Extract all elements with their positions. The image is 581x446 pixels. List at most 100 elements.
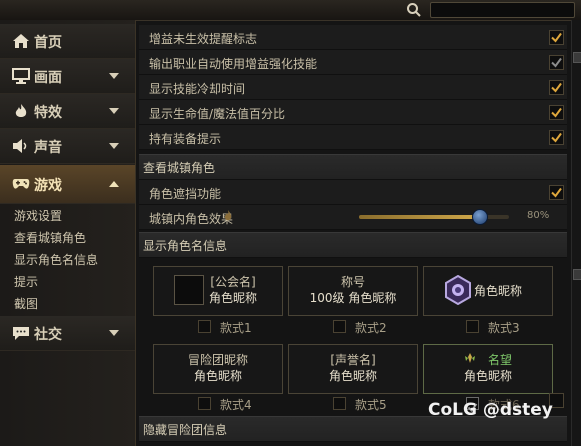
card-line-2: 角色昵称 (463, 369, 512, 383)
setting-label: 显示生命值/魔法值百分比 (149, 107, 286, 121)
setting-checkbox[interactable] (549, 80, 564, 95)
setting-checkbox[interactable] (549, 55, 564, 70)
name-style-card-4[interactable]: 冒险团昵称 角色昵称 (153, 344, 283, 394)
card-line-2: 角色昵称 (208, 291, 257, 305)
search-input[interactable] (430, 2, 575, 18)
setting-label: 城镇内角色效果 (149, 212, 234, 226)
setting-label: 输出职业自动使用增益强化技能 (149, 57, 318, 71)
setting-row-auto-buff-skill[interactable]: 输出职业自动使用增益强化技能 (139, 50, 567, 75)
slider-handle[interactable] (472, 209, 488, 225)
sidebar-subitem-tips[interactable]: 提示 (14, 273, 38, 290)
setting-row-equipment-tip[interactable]: 持有装备提示 (139, 125, 567, 150)
style-label: 款式1 (220, 321, 252, 335)
sidebar-item-label: 社交 (34, 327, 62, 343)
sidebar-item-social[interactable]: 社交 (0, 316, 135, 351)
setting-row-character-occlusion[interactable]: 角色遮挡功能 (139, 180, 567, 205)
emblem-icon (445, 275, 471, 305)
setting-checkbox[interactable] (549, 105, 564, 120)
chevron-up-icon[interactable] (108, 178, 120, 190)
checkmark-icon (551, 187, 562, 198)
chevron-down-icon[interactable] (108, 105, 120, 117)
checkmark-icon (551, 107, 562, 118)
style-label: 款式4 (220, 398, 252, 412)
sidebar-item-label: 首页 (34, 35, 62, 51)
town-effect-slider[interactable] (359, 209, 509, 225)
sidebar-item-sound[interactable]: 声音 (0, 129, 135, 164)
card-line-2: 角色昵称 (328, 369, 377, 383)
sidebar-item-label: 声音 (34, 140, 62, 156)
name-style-card-1[interactable]: [公会名] 角色昵称 (153, 266, 283, 316)
card-line-1: 称号 (340, 275, 365, 289)
sidebar-item-display[interactable]: 画面 (0, 59, 135, 94)
card-line-1: 冒险团昵称 (187, 353, 248, 367)
settings-panel: 增益未生效提醒标志 输出职业自动使用增益强化技能 显示技能冷却时间 显示生命值/… (135, 20, 571, 446)
style-label: 款式5 (355, 398, 387, 412)
section-title: 显示角色名信息 (143, 239, 228, 253)
section-header-name-info: 显示角色名信息 (139, 232, 567, 258)
style-checkbox[interactable] (198, 320, 211, 333)
speaker-icon (13, 139, 27, 153)
chevron-down-icon[interactable] (108, 327, 120, 339)
checkmark-icon (551, 82, 562, 93)
checkmark-icon (551, 32, 562, 43)
monitor-icon (12, 68, 30, 84)
sidebar-item-label: 特效 (34, 105, 62, 121)
chat-icon (13, 327, 29, 340)
section-title: 隐藏冒险团信息 (143, 423, 228, 437)
sidebar-item-label: 画面 (34, 70, 62, 86)
sidebar-item-home[interactable]: 首页 (0, 24, 135, 59)
section-title: 查看城镇角色 (143, 161, 216, 175)
setting-label: 增益未生效提醒标志 (149, 32, 258, 46)
style-label: 款式3 (488, 321, 520, 335)
setting-label: 显示技能冷却时间 (149, 82, 246, 96)
setting-label: 持有装备提示 (149, 132, 222, 146)
search-icon[interactable] (406, 2, 422, 18)
slider-value: 80% (527, 210, 550, 221)
sidebar-item-label: 游戏 (34, 178, 62, 194)
card-line-2: 100级 角色昵称 (309, 291, 397, 305)
gamepad-icon (12, 179, 30, 189)
chevron-down-icon[interactable] (108, 70, 120, 82)
name-style-card-3[interactable]: 角色昵称 (423, 266, 553, 316)
setting-label: 角色遮挡功能 (149, 187, 222, 201)
name-style-card-5[interactable]: [声誉名] 角色昵称 (288, 344, 418, 394)
flame-icon (224, 210, 232, 221)
style-checkbox[interactable] (466, 320, 479, 333)
card-line-1: [声誉名] (330, 353, 376, 367)
sidebar-subitem-town-characters[interactable]: 查看城镇角色 (14, 229, 86, 246)
top-bar (0, 0, 581, 21)
section-header-town-characters: 查看城镇角色 (139, 154, 567, 180)
card-line-2: 角色昵称 (193, 369, 242, 383)
setting-checkbox[interactable] (549, 30, 564, 45)
card-line-1: 名望 (487, 353, 512, 367)
checkmark-icon (551, 132, 562, 143)
style-checkbox[interactable] (333, 397, 346, 410)
watermark: CoLG @dstey (428, 400, 553, 420)
setting-row-buff-reminder[interactable]: 增益未生效提醒标志 (139, 25, 567, 50)
home-icon (13, 34, 29, 48)
checkmark-icon (551, 57, 562, 68)
sidebar-subitem-name-info[interactable]: 显示角色名信息 (14, 251, 98, 268)
sidebar-subitem-screenshot[interactable]: 截图 (14, 295, 38, 312)
setting-checkbox[interactable] (549, 130, 564, 145)
setting-checkbox[interactable] (549, 185, 564, 200)
sidebar: 首页 画面 特效 声音 游戏 游戏设置 查看城镇角色 显示角色名信息 提示 截图… (0, 20, 136, 446)
name-style-card-2[interactable]: 称号 100级 角色昵称 (288, 266, 418, 316)
scrollbar-thumb[interactable] (573, 269, 581, 280)
slider-fill (359, 215, 479, 219)
setting-row-town-effect: 城镇内角色效果 80% (139, 205, 567, 230)
style-checkbox[interactable] (333, 320, 346, 333)
setting-row-skill-cooldown[interactable]: 显示技能冷却时间 (139, 75, 567, 100)
card-line-2: 角色昵称 (474, 284, 523, 298)
setting-row-hp-mp-percent[interactable]: 显示生命值/魔法值百分比 (139, 100, 567, 125)
flame-icon (15, 104, 27, 117)
style-label: 款式2 (355, 321, 387, 335)
sidebar-item-game[interactable]: 游戏 (0, 165, 135, 204)
sidebar-item-effects[interactable]: 特效 (0, 94, 135, 129)
chevron-down-icon[interactable] (108, 140, 120, 152)
scrollbar[interactable] (571, 20, 581, 446)
style-checkbox[interactable] (198, 397, 211, 410)
name-style-card-6[interactable]: 名望 角色昵称 (423, 344, 553, 394)
sidebar-subitem-game-settings[interactable]: 游戏设置 (14, 207, 62, 224)
scrollbar-marker (573, 52, 581, 63)
